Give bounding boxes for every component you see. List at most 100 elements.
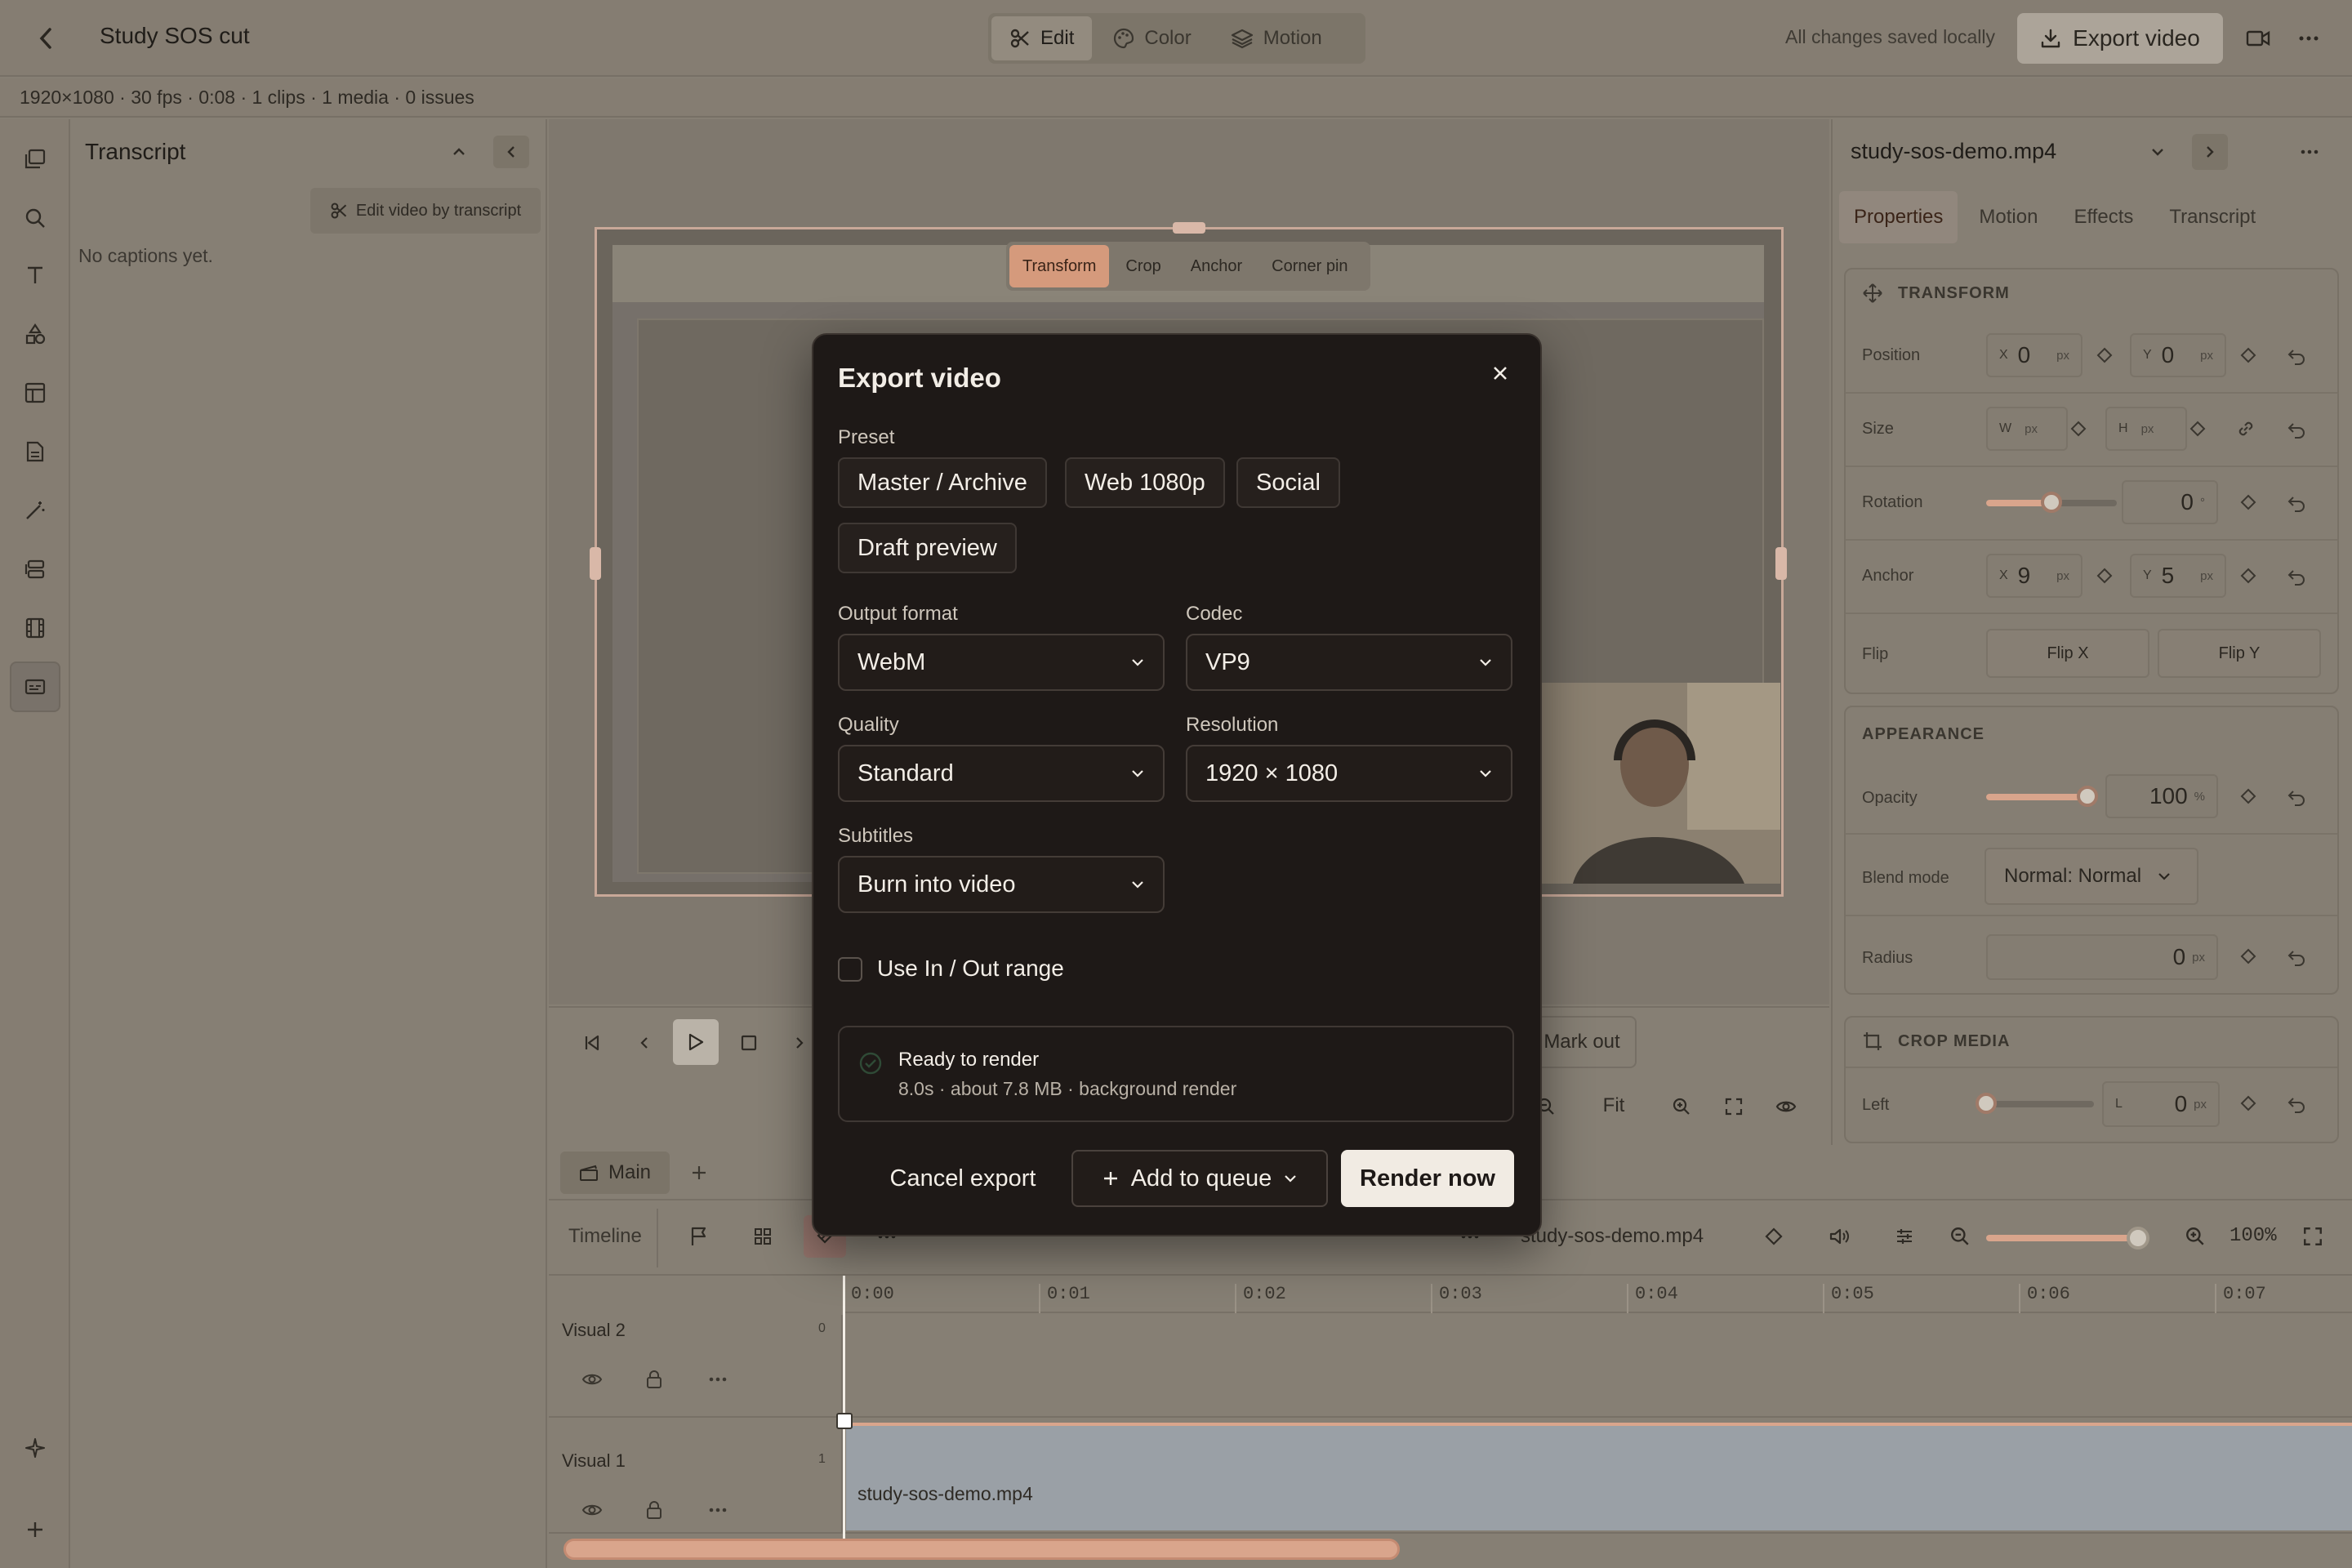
- rail-search[interactable]: [10, 193, 60, 243]
- edit-by-transcript-button[interactable]: Edit video by transcript: [310, 188, 541, 234]
- cancel-export-button[interactable]: Cancel export: [874, 1150, 1052, 1207]
- stop-button[interactable]: [728, 1022, 769, 1063]
- reset-opacity-button[interactable]: [2283, 784, 2310, 810]
- keyframe-toggle[interactable]: [2236, 490, 2261, 514]
- tab-main[interactable]: Main: [560, 1152, 670, 1194]
- hide-panel-button[interactable]: [493, 136, 529, 168]
- mark-out-button[interactable]: Mark out: [1527, 1016, 1637, 1068]
- codec-select[interactable]: VP9: [1186, 634, 1512, 691]
- audio-button[interactable]: [1818, 1215, 1860, 1258]
- flip-x-button[interactable]: Flip X: [1986, 629, 2149, 678]
- reset-rotation-button[interactable]: [2283, 490, 2310, 516]
- tab-motion[interactable]: Motion: [1964, 191, 2052, 243]
- timeline-zoom-thumb[interactable]: [2127, 1227, 2149, 1250]
- preset-draft-preview[interactable]: Draft preview: [838, 523, 1017, 573]
- export-video-button[interactable]: Export video: [2017, 13, 2223, 64]
- keyframe-toggle[interactable]: [2185, 416, 2210, 441]
- zoom-in-preview-button[interactable]: [1661, 1086, 1702, 1127]
- opacity-slider[interactable]: [1986, 794, 2087, 800]
- crop-left-slider-thumb[interactable]: [1976, 1093, 1997, 1114]
- collapse-inspector-button[interactable]: [2192, 134, 2228, 170]
- lock-aspect-button[interactable]: [2231, 415, 2261, 443]
- rail-ai[interactable]: [10, 1423, 60, 1473]
- preset-social[interactable]: Social: [1236, 457, 1340, 508]
- prev-frame-button[interactable]: [624, 1022, 665, 1063]
- keyframe-toggle[interactable]: [2236, 343, 2261, 368]
- file-dropdown-button[interactable]: [2143, 137, 2172, 167]
- playhead[interactable]: [843, 1276, 845, 1545]
- close-dialog-button[interactable]: [1481, 354, 1519, 392]
- crop-left-slider[interactable]: [1986, 1101, 2094, 1107]
- video-clip[interactable]: [846, 1423, 2352, 1530]
- rail-stack[interactable]: [10, 544, 60, 595]
- grid-view-button[interactable]: [742, 1215, 784, 1258]
- in-out-range-checkbox[interactable]: [838, 957, 862, 982]
- camera-button[interactable]: [2238, 20, 2278, 57]
- anchor-y-field[interactable]: Y 5 px: [2130, 554, 2226, 598]
- back-button[interactable]: [24, 20, 67, 57]
- mode-motion[interactable]: Motion: [1213, 16, 1340, 60]
- opacity-slider-thumb[interactable]: [2077, 786, 2098, 807]
- reset-radius-button[interactable]: [2283, 944, 2310, 970]
- resize-handle-right[interactable]: [1775, 547, 1787, 580]
- fit-button[interactable]: Fit: [1588, 1091, 1640, 1120]
- rail-add[interactable]: [10, 1504, 60, 1555]
- reset-anchor-button[interactable]: [2283, 564, 2310, 590]
- skip-start-button[interactable]: [572, 1022, 612, 1063]
- rail-captions[interactable]: [10, 662, 60, 712]
- rail-text[interactable]: [10, 250, 60, 301]
- inspector-more-button[interactable]: [2290, 136, 2329, 168]
- tab-transcript[interactable]: Transcript: [2154, 191, 2270, 243]
- tool-crop[interactable]: Crop: [1112, 245, 1174, 287]
- timeline-zoom-in-button[interactable]: [2174, 1215, 2216, 1258]
- anchor-x-field[interactable]: X 9 px: [1986, 554, 2082, 598]
- tool-corner-pin[interactable]: Corner pin: [1258, 245, 1361, 287]
- rail-templates[interactable]: [10, 368, 60, 418]
- radius-field[interactable]: 0 px: [1986, 934, 2218, 980]
- add-to-queue-button[interactable]: Add to queue: [1071, 1150, 1328, 1207]
- playhead-handle[interactable]: [836, 1413, 853, 1429]
- timeline-scroll-thumb[interactable]: [564, 1539, 1400, 1560]
- crop-left-field[interactable]: L 0 px: [2102, 1081, 2220, 1127]
- adjustments-button[interactable]: [1883, 1215, 1926, 1258]
- size-width-field[interactable]: Wpx: [1986, 407, 2068, 451]
- track-visibility-toggle[interactable]: [572, 1359, 612, 1400]
- track-more-button[interactable]: [697, 1359, 738, 1400]
- mode-color[interactable]: Color: [1095, 16, 1209, 60]
- track-lock-toggle[interactable]: [634, 1359, 675, 1400]
- rail-film[interactable]: [10, 603, 60, 653]
- resize-handle-left[interactable]: [590, 547, 601, 580]
- rail-documents[interactable]: [10, 426, 60, 477]
- quality-select[interactable]: Standard: [838, 745, 1165, 802]
- tab-properties[interactable]: Properties: [1839, 191, 1958, 243]
- rotation-slider-thumb[interactable]: [2041, 492, 2062, 513]
- mode-edit[interactable]: Edit: [991, 16, 1093, 60]
- resize-handle-top[interactable]: [1173, 222, 1205, 234]
- timeline-fullscreen-button[interactable]: [2292, 1215, 2334, 1258]
- render-now-button[interactable]: Render now: [1341, 1150, 1514, 1207]
- rail-shapes[interactable]: [10, 309, 60, 359]
- keyframe-toggle[interactable]: [2092, 343, 2117, 368]
- collapse-transcript-button[interactable]: [441, 137, 477, 167]
- reset-size-button[interactable]: [2283, 416, 2310, 443]
- keyframe-toggle[interactable]: [2236, 564, 2261, 588]
- timeline-zoom-slider[interactable]: [1986, 1235, 2136, 1241]
- add-marker-button[interactable]: [678, 1215, 720, 1258]
- resolution-select[interactable]: 1920 × 1080: [1186, 745, 1512, 802]
- track-visibility-toggle[interactable]: [572, 1490, 612, 1530]
- add-sequence-button[interactable]: [681, 1153, 717, 1192]
- position-x-field[interactable]: X 0 px: [1986, 333, 2082, 377]
- reset-position-button[interactable]: [2283, 343, 2310, 369]
- keyframe-toggle[interactable]: [2236, 944, 2261, 969]
- keyframe-toggle[interactable]: [2092, 564, 2117, 588]
- size-height-field[interactable]: Hpx: [2105, 407, 2187, 451]
- output-format-select[interactable]: WebM: [838, 634, 1165, 691]
- rail-effects[interactable]: [10, 485, 60, 536]
- keyframe-toggle[interactable]: [2066, 416, 2091, 441]
- more-menu-button[interactable]: [2288, 20, 2329, 57]
- fullscreen-button[interactable]: [1713, 1086, 1754, 1127]
- flip-y-button[interactable]: Flip Y: [2158, 629, 2321, 678]
- rotation-field[interactable]: 0 °: [2122, 480, 2218, 524]
- reset-crop-button[interactable]: [2283, 1091, 2310, 1117]
- rail-media[interactable]: [10, 134, 60, 185]
